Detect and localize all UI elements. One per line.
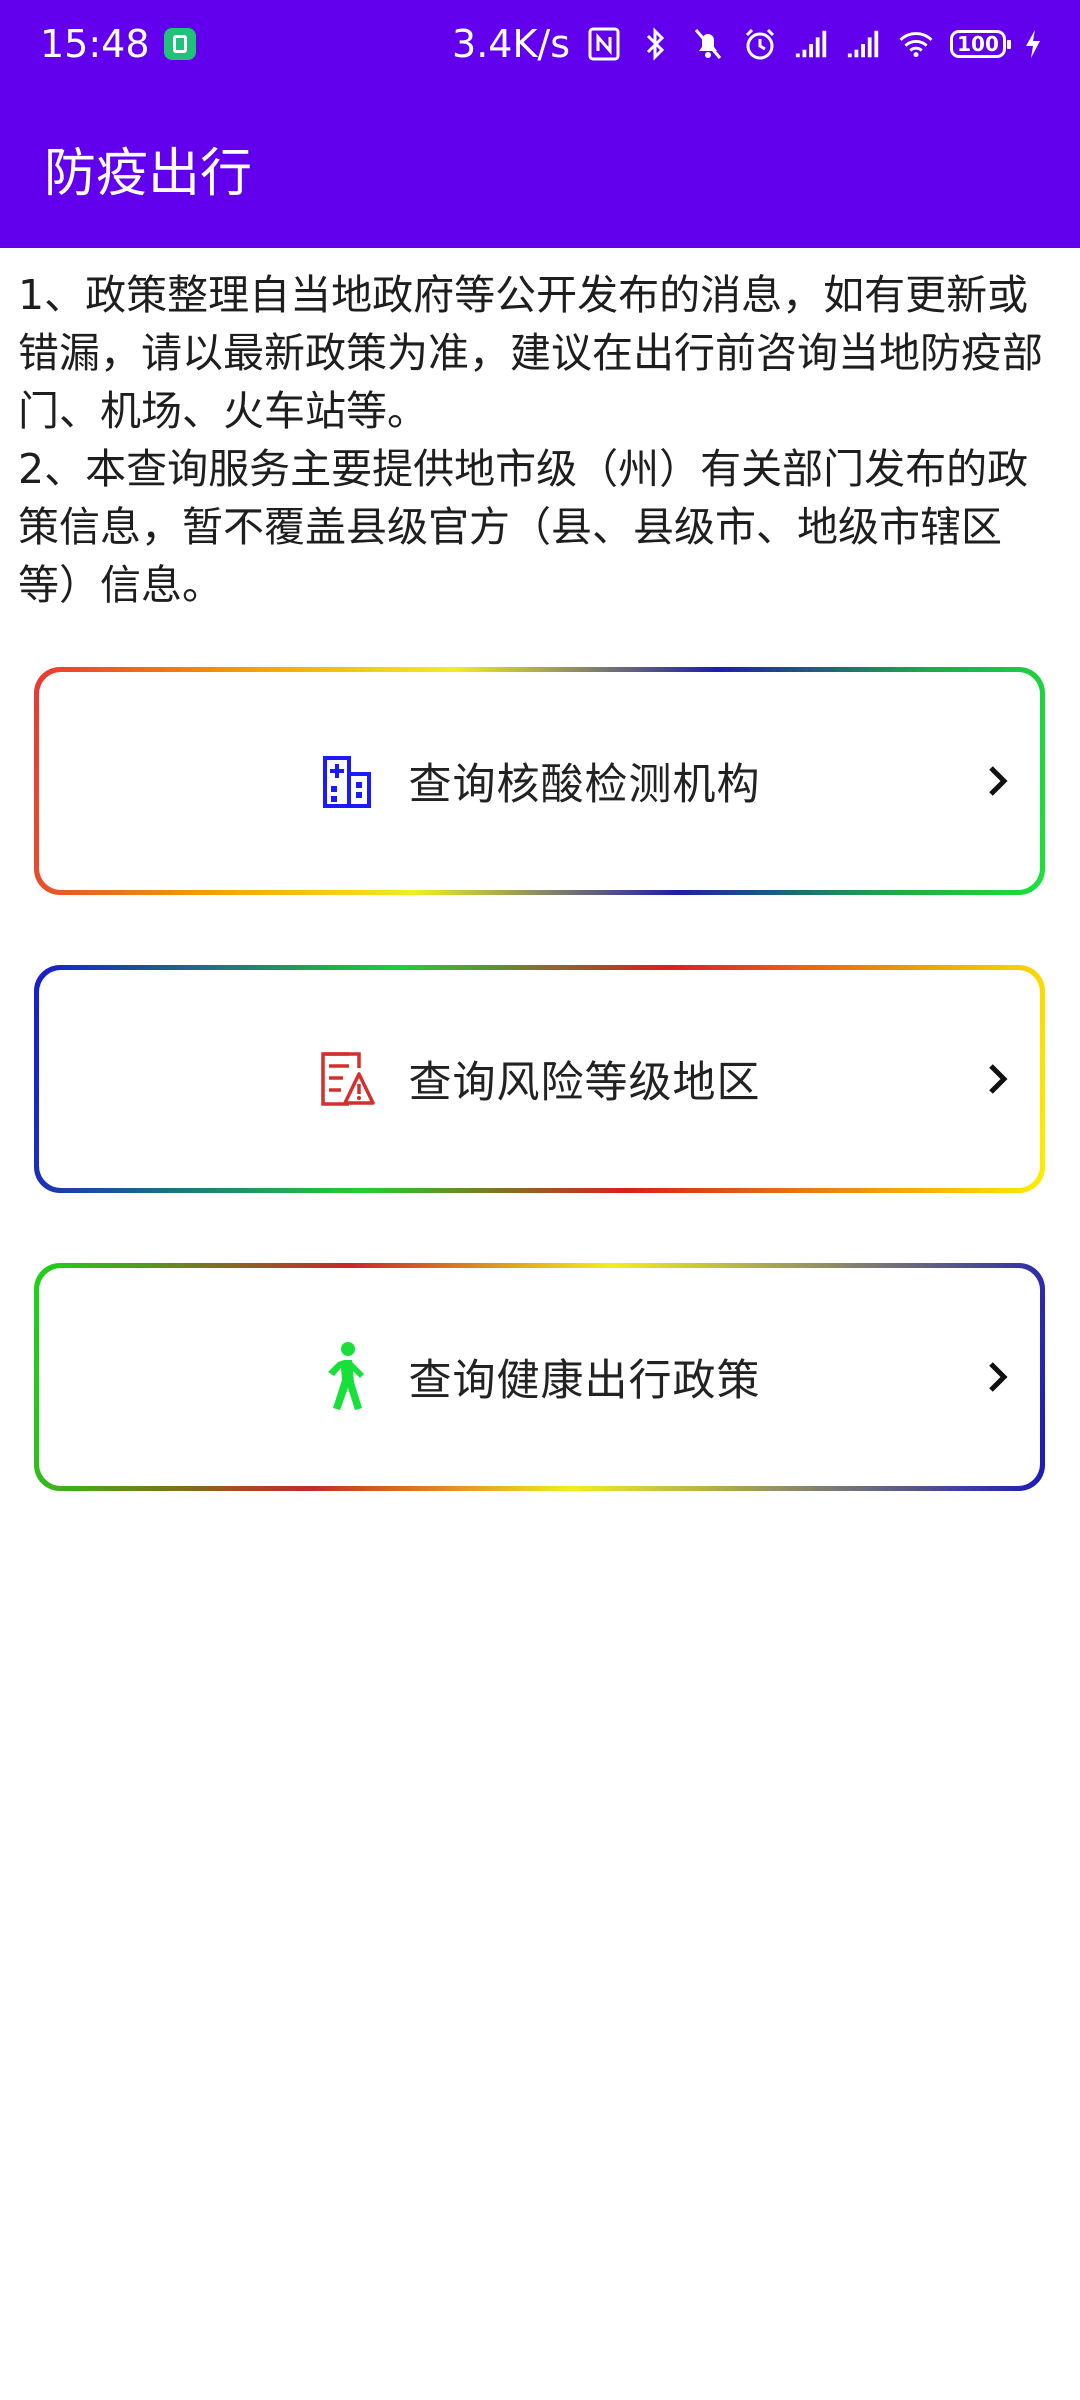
signal-icon	[846, 24, 882, 64]
status-time: 15:48	[40, 22, 150, 66]
card-inner[interactable]: 查询风险等级地区	[39, 970, 1040, 1188]
wifi-icon	[898, 24, 934, 64]
battery-level: 100	[957, 32, 999, 56]
alarm-icon	[742, 24, 778, 64]
warning-document-icon	[319, 1051, 375, 1107]
signal-icon	[794, 24, 830, 64]
chevron-right-icon	[978, 761, 1018, 801]
card-label: 查询核酸检测机构	[408, 760, 761, 810]
card-inner[interactable]: 查询核酸检测机构	[39, 672, 1040, 890]
card-label: 查询健康出行政策	[408, 1356, 761, 1406]
health-travel-policy-button[interactable]: 查询健康出行政策	[34, 1263, 1045, 1491]
nfc-icon	[586, 24, 622, 64]
note-2: 2、本查询服务主要提供地市级（州）有关部门发布的政策信息，暂不覆盖县级官方（县、…	[18, 445, 1029, 609]
bluetooth-icon	[638, 24, 674, 64]
net-speed: 3.4K/s	[452, 22, 570, 66]
status-bar: 15:48 3.4K/s 100	[0, 0, 1080, 88]
card-label: 查询风险等级地区	[408, 1058, 761, 1108]
card-content: 查询风险等级地区	[319, 1048, 761, 1110]
battery-icon: 100	[950, 30, 1011, 58]
status-bar-left: 15:48	[40, 22, 196, 66]
app-title: 防疫出行	[44, 143, 253, 204]
status-bar-right: 3.4K/s 100	[452, 22, 1044, 66]
card-inner[interactable]: 查询健康出行政策	[39, 1268, 1040, 1486]
card-content: 查询健康出行政策	[319, 1342, 761, 1410]
app-bar: 防疫出行	[0, 88, 1080, 248]
mute-icon	[690, 24, 726, 64]
charging-icon	[1022, 24, 1044, 64]
risk-level-areas-button[interactable]: 查询风险等级地区	[34, 965, 1045, 1193]
chevron-right-icon	[978, 1059, 1018, 1099]
nucleic-test-sites-button[interactable]: 查询核酸检测机构	[34, 667, 1045, 895]
walking-person-icon	[319, 1342, 375, 1410]
chevron-right-icon	[978, 1357, 1018, 1397]
policy-notes: 1、政策整理自当地政府等公开发布的消息，如有更新或错漏，请以最新政策为准，建议在…	[18, 266, 1062, 614]
note-1: 1、政策整理自当地政府等公开发布的消息，如有更新或错漏，请以最新政策为准，建议在…	[18, 271, 1043, 435]
hospital-icon	[319, 753, 375, 809]
app-notification-icon	[163, 28, 196, 60]
card-content: 查询核酸检测机构	[319, 750, 761, 812]
